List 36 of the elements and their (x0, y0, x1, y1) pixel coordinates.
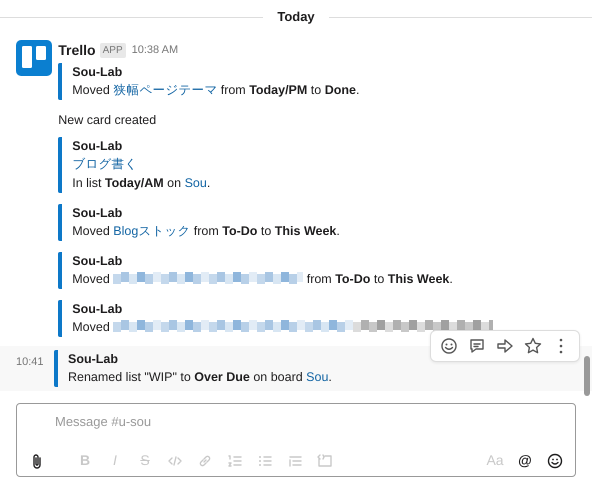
app-badge: APP (100, 43, 126, 58)
card-link[interactable]: ブログ書く (72, 157, 138, 171)
share-arrow-icon (496, 337, 514, 355)
emoji-icon (547, 452, 563, 469)
card-link[interactable]: Sou (184, 176, 207, 190)
message-row[interactable]: 10:41 Sou-Lab Renamed list "WIP" to Over Due on board Sou. (0, 346, 592, 391)
numbered-list-icon (227, 452, 243, 469)
sender-name[interactable]: Trello (58, 40, 96, 61)
scrollbar-thumb[interactable] (584, 356, 590, 396)
card-link[interactable]: Sou (306, 370, 328, 384)
add-reaction-icon (440, 337, 458, 355)
mention-button[interactable]: @ (513, 448, 537, 473)
message-text: Moved from To-Do to This Week. (72, 270, 454, 288)
reply-thread-icon (468, 337, 486, 355)
author-name: Sou-Lab (72, 301, 124, 318)
message-text: Moved Blogストック from To-Do to This Week. (72, 223, 341, 240)
author-name: Sou-Lab (68, 351, 119, 368)
timestamp[interactable]: 10:38 AM (132, 42, 178, 59)
author-name: Sou-Lab (72, 138, 124, 155)
code-block-icon (317, 452, 333, 469)
more-options-icon (559, 337, 563, 355)
author-name: Sou-Lab (72, 64, 124, 81)
message-text: New card created (58, 112, 158, 129)
message-text: In list Today/AM on Sou. (72, 175, 212, 192)
message-text: Moved (72, 318, 576, 337)
author-name: Sou-Lab (72, 253, 124, 270)
message-text: Renamed list "WIP" to Over Due on board Sou. (68, 369, 333, 386)
date-divider-label: Today (276, 8, 316, 26)
star-icon (524, 337, 542, 355)
timestamp[interactable]: 10:41 (16, 350, 54, 387)
app-avatar-icon[interactable] (16, 40, 52, 76)
card-link[interactable]: Blogストック (113, 224, 190, 238)
message-text: Moved 狭幅ページテーマ from Today/PM to Done. (72, 82, 360, 99)
link-icon (197, 452, 213, 469)
card-link[interactable]: 狭幅ページテーマ (113, 83, 218, 97)
author-name: Sou-Lab (72, 205, 124, 222)
